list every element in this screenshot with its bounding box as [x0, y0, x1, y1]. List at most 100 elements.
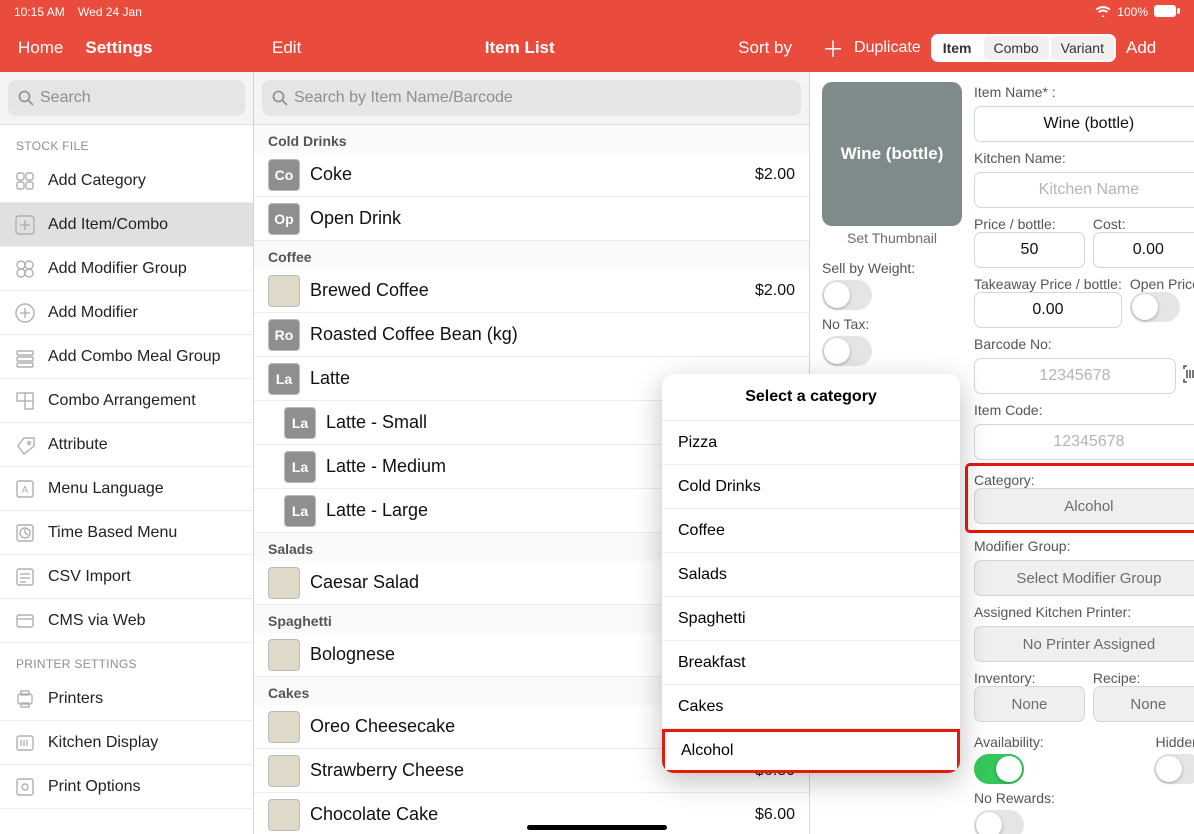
sidebar-item-label: Print Options: [48, 778, 140, 796]
sidebar-item[interactable]: AMenu Language: [0, 467, 253, 511]
toggle-hidden[interactable]: [1154, 754, 1194, 784]
toggle-open-price[interactable]: [1130, 292, 1180, 322]
toggle-sell-weight[interactable]: [822, 280, 872, 310]
lbl-takeaway: Takeaway Price / bottle:: [974, 276, 1122, 292]
item-thumb-icon: [268, 639, 300, 671]
nav-edit[interactable]: Edit: [272, 38, 301, 58]
sidebar-item-label: Time Based Menu: [48, 524, 177, 542]
popover-title: Select a category: [662, 374, 960, 421]
input-barcode[interactable]: 12345678: [974, 358, 1176, 394]
sidebar-item[interactable]: Add Combo Meal Group: [0, 335, 253, 379]
sidebar-search[interactable]: Search: [8, 80, 245, 116]
toggle-availability[interactable]: [974, 754, 1024, 784]
sidebar-icon: [14, 776, 36, 798]
lbl-hidden: Hidden:: [1156, 734, 1194, 750]
select-inventory[interactable]: None: [974, 686, 1085, 722]
sidebar-item[interactable]: Printers: [0, 677, 253, 721]
sidebar-item[interactable]: Add Modifier Group: [0, 247, 253, 291]
sidebar-item[interactable]: Add Modifier: [0, 291, 253, 335]
category-option[interactable]: Pizza: [662, 421, 960, 465]
toggle-no-tax[interactable]: [822, 336, 872, 366]
item-tile: Op: [268, 203, 300, 235]
sidebar-item[interactable]: Attribute: [0, 423, 253, 467]
battery-icon: [1154, 5, 1180, 20]
sidebar-icon: A: [14, 478, 36, 500]
category-option[interactable]: Breakfast: [662, 641, 960, 685]
lbl-inventory: Inventory:: [974, 670, 1085, 686]
type-segmented[interactable]: Item Combo Variant: [931, 34, 1116, 62]
sidebar-item[interactable]: Time Based Menu: [0, 511, 253, 555]
item-row[interactable]: RoRoasted Coffee Bean (kg): [254, 313, 809, 357]
item-price: $2.00: [755, 166, 795, 184]
sidebar-item-label: Add Modifier Group: [48, 260, 187, 278]
sidebar-item[interactable]: Print Options: [0, 765, 253, 809]
category-option[interactable]: Cakes: [662, 685, 960, 729]
select-recipe[interactable]: None: [1093, 686, 1194, 722]
sidebar-item[interactable]: Combo Arrangement: [0, 379, 253, 423]
sidebar-icon: [14, 302, 36, 324]
category-option[interactable]: Cold Drinks: [662, 465, 960, 509]
input-kitchen-name[interactable]: Kitchen Name: [974, 172, 1194, 208]
duplicate-button[interactable]: Duplicate: [854, 39, 921, 57]
sidebar-icon: [14, 688, 36, 710]
item-price: $6.00: [755, 806, 795, 824]
lbl-no-rewards: No Rewards:: [974, 790, 1085, 806]
lbl-barcode: Barcode No:: [974, 336, 1194, 352]
category-option[interactable]: Alcohol: [662, 729, 960, 773]
add-button[interactable]: Add: [1126, 38, 1156, 58]
set-thumbnail[interactable]: Set Thumbnail: [822, 230, 962, 246]
input-item-code[interactable]: 12345678: [974, 424, 1194, 460]
item-tile: Ro: [268, 319, 300, 351]
item-tile: Co: [268, 159, 300, 191]
item-search[interactable]: Search by Item Name/Barcode: [262, 80, 801, 116]
item-row[interactable]: Brewed Coffee$2.00: [254, 269, 809, 313]
item-name: Open Drink: [310, 208, 785, 229]
item-thumb-icon: [268, 755, 300, 787]
barcode-scan-icon[interactable]: [1182, 363, 1194, 390]
plus-icon[interactable]: ＋: [822, 32, 844, 64]
battery-pct: 100%: [1117, 5, 1148, 19]
sidebar-header-printer: PRINTER SETTINGS: [0, 643, 253, 677]
sidebar: Search STOCK FILE Add CategoryAdd Item/C…: [0, 72, 254, 834]
sidebar-item[interactable]: CMS via Web: [0, 599, 253, 643]
lbl-availability: Availability:: [974, 734, 1085, 750]
sidebar-icon: [14, 732, 36, 754]
lbl-modgroup: Modifier Group:: [974, 538, 1194, 554]
lbl-sell-weight: Sell by Weight:: [822, 260, 962, 276]
select-category[interactable]: Alcohol: [974, 488, 1194, 524]
category-option[interactable]: Spaghetti: [662, 597, 960, 641]
sidebar-item[interactable]: Add Item/Combo: [0, 203, 253, 247]
sidebar-icon: [14, 390, 36, 412]
select-modgroup[interactable]: Select Modifier Group: [974, 560, 1194, 596]
nav-sort[interactable]: Sort by: [738, 38, 792, 58]
lbl-recipe: Recipe:: [1093, 670, 1194, 686]
input-takeaway[interactable]: 0.00: [974, 292, 1122, 328]
category-option[interactable]: Salads: [662, 553, 960, 597]
sidebar-item[interactable]: CSV Import: [0, 555, 253, 599]
seg-item[interactable]: Item: [933, 36, 982, 60]
seg-variant[interactable]: Variant: [1051, 36, 1114, 60]
sidebar-item[interactable]: Add Category: [0, 159, 253, 203]
sidebar-icon: [14, 214, 36, 236]
nav-home[interactable]: Home: [18, 38, 63, 58]
toggle-no-rewards[interactable]: [974, 810, 1024, 834]
input-cost[interactable]: 0.00: [1093, 232, 1194, 268]
item-search-placeholder: Search by Item Name/Barcode: [294, 89, 513, 107]
item-thumbnail[interactable]: Wine (bottle): [822, 82, 962, 226]
item-tile: La: [284, 451, 316, 483]
nav-settings[interactable]: Settings: [85, 38, 152, 58]
select-printer[interactable]: No Printer Assigned: [974, 626, 1194, 662]
input-item-name[interactable]: Wine (bottle): [974, 106, 1194, 142]
sidebar-item[interactable]: Kitchen Display: [0, 721, 253, 765]
lbl-item-name: Item Name* :: [974, 84, 1194, 100]
item-name: Chocolate Cake: [310, 804, 745, 825]
wifi-icon: [1095, 5, 1111, 20]
input-price[interactable]: 50: [974, 232, 1085, 268]
seg-combo[interactable]: Combo: [984, 36, 1049, 60]
lbl-open-price: Open Price:: [1130, 276, 1194, 292]
category-option[interactable]: Coffee: [662, 509, 960, 553]
item-row[interactable]: CoCoke$2.00: [254, 153, 809, 197]
item-tile: La: [268, 363, 300, 395]
sidebar-icon: [14, 346, 36, 368]
item-row[interactable]: Op Open Drink: [254, 197, 809, 241]
